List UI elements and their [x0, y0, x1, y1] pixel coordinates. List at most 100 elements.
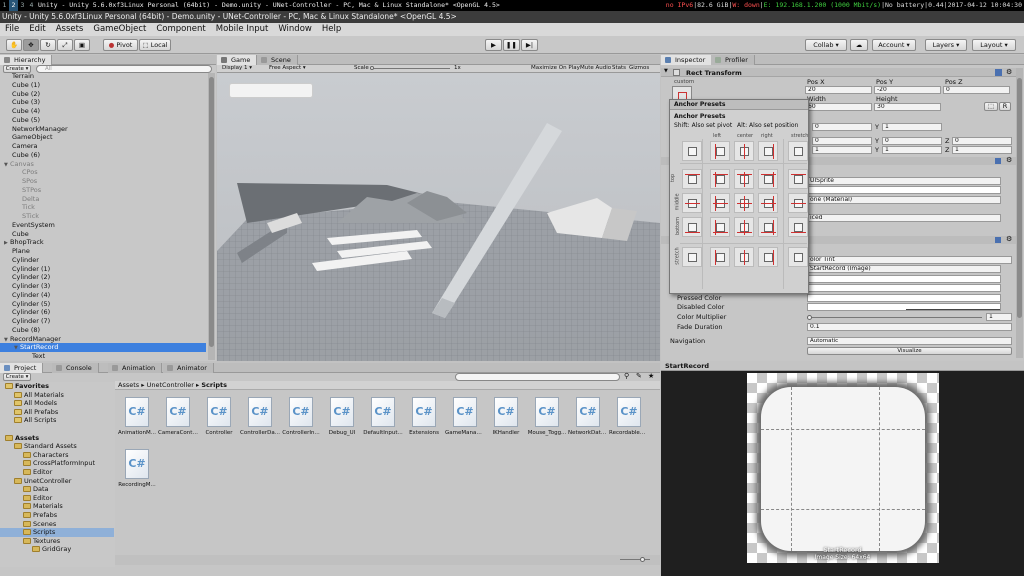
- project-tree-item[interactable]: Scenes: [0, 520, 114, 529]
- project-tree-item[interactable]: All Models: [0, 399, 114, 408]
- anchor-min-y-field[interactable]: 1: [882, 123, 942, 131]
- hierarchy-scrollbar[interactable]: [208, 73, 215, 360]
- project-tree-item[interactable]: UnetController: [0, 477, 114, 486]
- image-type-dropdown[interactable]: iced: [807, 214, 1001, 222]
- cloud-button[interactable]: ☁: [850, 39, 868, 51]
- breadcrumb-unetcontroller[interactable]: UnetController: [147, 381, 194, 389]
- anchor-header-cell[interactable]: [758, 141, 778, 161]
- normal-color-field[interactable]: [807, 275, 1001, 283]
- pause-button[interactable]: ❚❚: [503, 39, 520, 51]
- navigation-dropdown[interactable]: Automatic: [807, 337, 1012, 345]
- anchor-preset-cell[interactable]: [734, 247, 754, 267]
- hierarchy-item[interactable]: Cube (3): [0, 98, 206, 107]
- tab-console[interactable]: Console: [52, 363, 99, 373]
- tab-game[interactable]: Game: [217, 55, 258, 65]
- tab-scene[interactable]: Scene: [257, 55, 298, 65]
- favorite-star-icon[interactable]: ★: [648, 372, 654, 380]
- rotation-z-field[interactable]: 0: [952, 137, 1012, 145]
- button-gear-icon[interactable]: ⚙: [1006, 235, 1012, 243]
- anchor-min-x-field[interactable]: 0: [812, 123, 872, 131]
- raw-edit-button[interactable]: R: [999, 102, 1011, 111]
- maximize-on-play-toggle[interactable]: Maximize On Play: [531, 65, 580, 72]
- color-multiplier-field[interactable]: 1: [986, 313, 1012, 321]
- tab-animator[interactable]: Animator: [163, 363, 214, 373]
- workspace-3[interactable]: 3: [18, 0, 27, 11]
- hierarchy-item[interactable]: Terrain: [0, 72, 206, 81]
- hierarchy-item[interactable]: Cube (1): [0, 81, 206, 90]
- anchor-preset-cell[interactable]: [734, 193, 754, 213]
- script-asset[interactable]: C# Mouse_Togg...: [527, 397, 567, 447]
- scale-x-field[interactable]: 1: [812, 146, 872, 154]
- pivot-y-field[interactable]: 0: [882, 137, 942, 145]
- hierarchy-item[interactable]: Tick: [0, 203, 206, 212]
- anchor-row-header-cell[interactable]: [682, 193, 702, 213]
- color-field[interactable]: [807, 186, 1001, 194]
- layout-dropdown[interactable]: Layout ▾: [972, 39, 1016, 51]
- anchor-preset-cell[interactable]: [758, 169, 778, 189]
- color-multiplier-handle[interactable]: [807, 315, 812, 320]
- script-asset[interactable]: C# IKHandler: [486, 397, 526, 447]
- anchor-row-header-cell[interactable]: [682, 169, 702, 189]
- project-tree-item[interactable]: Characters: [0, 451, 114, 460]
- anchor-preset-cell[interactable]: [710, 169, 730, 189]
- color-multiplier-slider[interactable]: [807, 315, 982, 320]
- project-tree-item[interactable]: All Scripts: [0, 416, 114, 425]
- hierarchy-item[interactable]: GameObject: [0, 133, 206, 142]
- filter-label-icon[interactable]: ✎: [636, 372, 642, 380]
- hierarchy-item[interactable]: Cube: [0, 230, 206, 239]
- anchor-preset-cell[interactable]: [710, 247, 730, 267]
- project-create-button[interactable]: Create ▾: [3, 373, 31, 381]
- menu-mobile-input[interactable]: Mobile Input: [211, 23, 274, 36]
- menu-assets[interactable]: Assets: [51, 23, 89, 36]
- anchor-row-header-cell[interactable]: [682, 217, 702, 237]
- project-tree-item[interactable]: Assets: [0, 434, 114, 443]
- image-help-icon[interactable]: [995, 158, 1001, 164]
- anchor-none-none[interactable]: [682, 141, 702, 161]
- hierarchy-item[interactable]: ▼ RecordManager: [0, 335, 206, 344]
- breadcrumb-scripts[interactable]: Scripts: [201, 381, 227, 389]
- game-viewport[interactable]: [217, 73, 660, 361]
- anchor-preset-cell[interactable]: [788, 193, 808, 213]
- anchor-preset-cell[interactable]: [788, 217, 808, 237]
- hierarchy-item[interactable]: Cylinder (6): [0, 308, 206, 317]
- hierarchy-item[interactable]: NetworkManager: [0, 125, 206, 134]
- rect-transform-header[interactable]: ▼ Rect Transform ⚙: [661, 68, 1016, 77]
- hierarchy-item[interactable]: Camera: [0, 142, 206, 151]
- project-tree-item[interactable]: Textures: [0, 537, 114, 546]
- tab-animation[interactable]: Animation: [108, 363, 163, 373]
- project-tree-item[interactable]: Editor: [0, 468, 114, 477]
- mute-audio-toggle[interactable]: Mute Audio: [580, 65, 611, 72]
- scale-y-field[interactable]: 1: [882, 146, 942, 154]
- pos-x-field[interactable]: 20: [805, 86, 872, 94]
- script-asset[interactable]: C# NetworkData...: [568, 397, 608, 447]
- breadcrumb-assets[interactable]: Assets: [118, 381, 139, 389]
- hierarchy-item[interactable]: Text: [0, 352, 206, 361]
- pos-y-field[interactable]: -20: [874, 86, 941, 94]
- scale-tool-button[interactable]: ⤢: [57, 39, 73, 51]
- script-asset[interactable]: C# AnimationM...: [117, 397, 157, 447]
- rect-tool-button[interactable]: ▣: [74, 39, 90, 51]
- menu-help[interactable]: Help: [317, 23, 346, 36]
- project-tree-item[interactable]: Scripts: [0, 528, 114, 537]
- hierarchy-item[interactable]: STPos: [0, 186, 206, 195]
- start-record-button-preview[interactable]: [229, 83, 313, 98]
- anchor-preset-cell[interactable]: [758, 247, 778, 267]
- workspace-2[interactable]: 2: [9, 0, 18, 11]
- script-asset[interactable]: C# CameraContr...: [158, 397, 198, 447]
- script-asset[interactable]: C# Extensions: [404, 397, 444, 447]
- hierarchy-item[interactable]: Delta: [0, 195, 206, 204]
- hierarchy-item[interactable]: Cylinder (4): [0, 291, 206, 300]
- script-asset[interactable]: C# GameManager: [445, 397, 485, 447]
- workspace-1[interactable]: 1: [0, 0, 9, 11]
- hierarchy-item[interactable]: Cube (5): [0, 116, 206, 125]
- transition-dropdown[interactable]: olor Tint: [807, 256, 1012, 264]
- blueprint-button[interactable]: ⬚: [984, 102, 998, 111]
- inspector-scrollbar[interactable]: [1016, 68, 1023, 358]
- hierarchy-item[interactable]: Cylinder (3): [0, 282, 206, 291]
- scale-slider-handle[interactable]: [370, 66, 374, 70]
- project-tree-item[interactable]: Data: [0, 485, 114, 494]
- tab-profiler[interactable]: Profiler: [711, 55, 755, 65]
- project-tree-item[interactable]: CrossPlatformInput: [0, 459, 114, 468]
- scale-slider[interactable]: [370, 66, 450, 70]
- anchor-header-cell[interactable]: [734, 141, 754, 161]
